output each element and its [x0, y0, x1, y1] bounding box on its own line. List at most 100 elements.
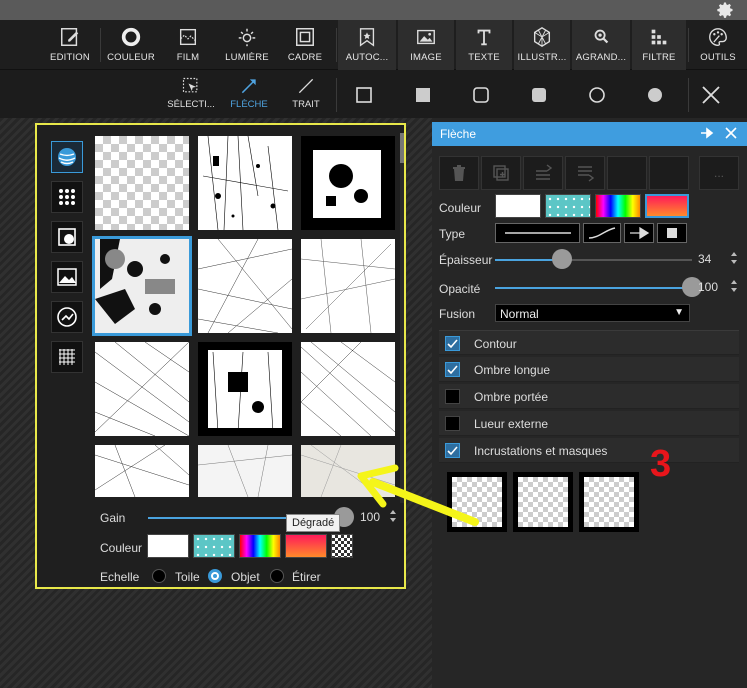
radio-etirer[interactable] — [270, 569, 284, 583]
swatch-gradient[interactable] — [285, 534, 327, 558]
square-outline-icon[interactable] — [355, 86, 373, 104]
texture-thumb[interactable] — [95, 342, 189, 436]
subtool-fleche[interactable]: FLÈCHE — [224, 70, 274, 118]
action-button-empty[interactable] — [649, 156, 689, 190]
spinner-icon[interactable] — [730, 279, 738, 293]
subtool-selection[interactable]: SÉLECTI... — [165, 70, 217, 118]
tool-agrand[interactable]: AGRAND... — [572, 20, 630, 70]
grid-pattern-icon — [59, 349, 75, 365]
spinner-icon[interactable] — [730, 251, 738, 265]
rounded-square-outline-icon[interactable] — [472, 86, 490, 104]
line-icon — [298, 78, 314, 94]
category-dots[interactable] — [51, 181, 83, 213]
more-button[interactable]: ... — [699, 156, 739, 190]
type-curved[interactable] — [583, 223, 621, 243]
option-ombre-longue[interactable]: Ombre longue — [439, 357, 739, 382]
mask-slot[interactable] — [579, 472, 639, 532]
gear-icon[interactable] — [715, 0, 735, 20]
swatch-rainbow[interactable] — [239, 534, 281, 558]
texture-thumb[interactable] — [301, 342, 395, 436]
tool-edition[interactable]: EDITION — [44, 20, 96, 70]
type-straight[interactable] — [495, 223, 580, 243]
swatch-white[interactable] — [147, 534, 189, 558]
frame-icon — [296, 28, 314, 46]
checkbox[interactable] — [445, 443, 460, 458]
duplicate-button[interactable] — [481, 156, 521, 190]
tool-label: LUMIÈRE — [225, 52, 269, 63]
option-lueur-externe[interactable]: Lueur externe — [439, 411, 739, 436]
rounded-square-filled-icon[interactable] — [530, 86, 548, 104]
category-swirl[interactable] — [51, 301, 83, 333]
option-ombre-portee[interactable]: Ombre portée — [439, 384, 739, 409]
texture-thumb[interactable] — [301, 239, 395, 333]
tool-outils[interactable]: OUTILS — [692, 20, 744, 70]
texture-thumb[interactable] — [198, 136, 292, 230]
epaisseur-label: Épaisseur — [439, 253, 493, 267]
subtool-trait[interactable]: TRAIT — [283, 70, 329, 118]
tool-label: TEXTE — [468, 52, 500, 63]
epaisseur-slider-track[interactable] — [495, 259, 692, 261]
globe-icon — [58, 148, 76, 166]
texture-thumb[interactable] — [198, 239, 292, 333]
type-square-end[interactable] — [657, 223, 687, 243]
category-landscape[interactable] — [51, 261, 83, 293]
delete-button[interactable] — [439, 156, 479, 190]
texture-thumb[interactable] — [95, 445, 189, 497]
swatch-teal-dots[interactable] — [545, 194, 591, 218]
checkbox[interactable] — [445, 416, 460, 431]
radio-toile[interactable] — [152, 569, 166, 583]
tool-cadre[interactable]: CADRE — [280, 20, 330, 70]
close-icon[interactable] — [723, 125, 739, 141]
swatch-rainbow[interactable] — [595, 194, 641, 218]
gain-label: Gain — [100, 511, 126, 525]
option-label: Lueur externe — [474, 417, 549, 431]
tool-illustr[interactable]: ILLUSTR... — [514, 20, 570, 70]
type-arrowhead[interactable] — [624, 223, 654, 243]
texture-thumb[interactable] — [198, 445, 292, 497]
texture-thumb-transparent[interactable] — [95, 136, 189, 230]
swatch-teal-dots[interactable] — [193, 534, 235, 558]
texture-thumb-selected[interactable] — [92, 236, 192, 336]
opacite-slider-track[interactable] — [495, 287, 692, 289]
bring-forward-icon — [536, 164, 553, 180]
epaisseur-value[interactable]: 34 — [698, 252, 711, 266]
checkbox[interactable] — [445, 389, 460, 404]
swatch-gradient-selected[interactable] — [645, 194, 689, 218]
panel-title: Flèche — [440, 127, 477, 141]
close-icon[interactable] — [700, 84, 722, 106]
tool-lumiere[interactable]: LUMIÈRE — [220, 20, 274, 70]
tool-film[interactable]: FILM — [163, 20, 213, 70]
square-filled-icon[interactable] — [414, 86, 432, 104]
tool-autoc[interactable]: AUTOC... — [338, 20, 396, 70]
swatch-white[interactable] — [495, 194, 541, 218]
circle-outline-icon[interactable] — [588, 86, 606, 104]
thumbnail-scrollbar[interactable] — [400, 133, 404, 503]
category-pattern-globe[interactable] — [51, 141, 83, 173]
fusion-select[interactable]: Normal ▼ — [495, 304, 690, 322]
tool-couleur[interactable]: COULEUR — [104, 20, 158, 70]
texture-thumb[interactable] — [198, 342, 292, 436]
action-button-empty[interactable] — [607, 156, 647, 190]
radio-objet[interactable] — [208, 569, 222, 583]
category-shapes[interactable] — [51, 221, 83, 253]
opacite-value[interactable]: 100 — [698, 280, 718, 294]
swatch-checker[interactable] — [331, 534, 353, 558]
subtool-label: TRAIT — [292, 99, 320, 110]
texture-thumb[interactable] — [301, 136, 395, 230]
tool-texte[interactable]: TEXTE — [456, 20, 512, 70]
circle-filled-icon[interactable] — [646, 86, 664, 104]
bring-forward-button[interactable] — [523, 156, 563, 190]
tool-image[interactable]: IMAGE — [398, 20, 454, 70]
tool-filtre[interactable]: FILTRE — [632, 20, 686, 70]
fusion-value: Normal — [500, 307, 539, 321]
mask-slot[interactable] — [513, 472, 573, 532]
category-grid[interactable] — [51, 341, 83, 373]
checkbox[interactable] — [445, 362, 460, 377]
send-backward-button[interactable] — [565, 156, 605, 190]
epaisseur-slider-knob[interactable] — [551, 249, 572, 269]
tool-label: AGRAND... — [575, 52, 627, 63]
scrollbar-thumb[interactable] — [400, 133, 404, 163]
checkbox[interactable] — [445, 336, 460, 351]
option-contour[interactable]: Contour — [439, 330, 739, 355]
pin-icon[interactable] — [699, 125, 715, 141]
